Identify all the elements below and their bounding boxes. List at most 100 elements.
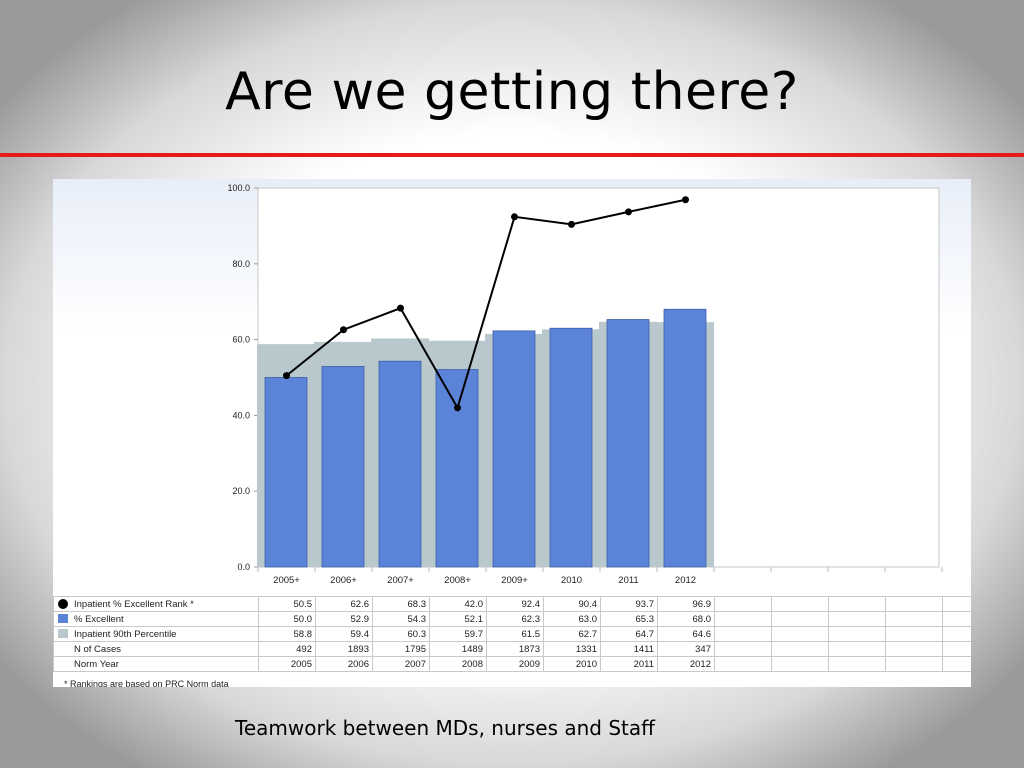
x-tick-label: 2008+ xyxy=(444,575,471,586)
table-cell: 52.1 xyxy=(429,611,487,627)
excellent-bar xyxy=(435,369,479,568)
table-cell: 61.5 xyxy=(486,626,544,642)
table-cell xyxy=(942,641,971,657)
excellent-bar xyxy=(321,366,365,568)
table-cell: 2008 xyxy=(429,656,487,672)
table-cell xyxy=(771,611,829,627)
table-cell: 64.6 xyxy=(657,626,715,642)
table-row: Inpatient 90th Percentile 58.8 59.4 60.3 59.… xyxy=(53,626,971,642)
rank-point xyxy=(397,304,404,312)
legend-marker xyxy=(58,598,68,609)
table-cell: 347 xyxy=(657,641,715,657)
table-cell xyxy=(942,596,971,612)
table-cell: 52.9 xyxy=(315,611,373,627)
y-tick-label: 40.0 xyxy=(232,410,250,420)
table-cell xyxy=(714,641,772,657)
legend-label: % Excellent xyxy=(74,613,124,625)
table-cell xyxy=(828,611,886,627)
x-tick-label: 2009+ xyxy=(501,575,528,586)
table-cell: 1331 xyxy=(543,641,601,657)
legend-marker xyxy=(58,659,68,668)
x-tick-label: 2006+ xyxy=(330,575,357,586)
chart-panel: 0.0 20.0 40.0 60.0 80.0 100.0 2005+ 2006+ 2007+ 2… xyxy=(53,179,971,687)
excellent-bar xyxy=(378,360,422,568)
table-row: Inpatient % Excellent Rank * 50.5 62.6 68.3… xyxy=(53,596,971,612)
table-cell xyxy=(771,656,829,672)
legend-label: N of Cases xyxy=(74,643,121,655)
table-cell xyxy=(771,641,829,657)
rank-point xyxy=(454,404,461,412)
table-cell: 93.7 xyxy=(600,596,658,612)
table-cell: 65.3 xyxy=(600,611,658,627)
table-cell: 58.8 xyxy=(258,626,316,642)
table-cell: 1411 xyxy=(600,641,658,657)
x-tick-label: 2012 xyxy=(675,575,696,586)
table-cell: 90.4 xyxy=(543,596,601,612)
excellent-bar xyxy=(549,327,593,568)
table-cell xyxy=(828,641,886,657)
table-cell xyxy=(714,626,772,642)
table-cell: 1873 xyxy=(486,641,544,657)
table-cell: 59.4 xyxy=(315,626,373,642)
y-tick-label: 0.0 xyxy=(237,562,250,572)
table-cell: 92.4 xyxy=(486,596,544,612)
table-cell xyxy=(828,626,886,642)
legend-marker xyxy=(58,614,68,624)
legend-label: Inpatient % Excellent Rank * xyxy=(74,598,194,610)
table-cell: 62.3 xyxy=(486,611,544,627)
table-row: N of Cases 492 1893 1795 1489 1873 1331 1411 347 xyxy=(53,641,971,657)
table-cell: 2010 xyxy=(543,656,601,672)
table-cell xyxy=(885,626,943,642)
table-cell xyxy=(942,611,971,627)
table-cell: 2006 xyxy=(315,656,373,672)
legend-label: Norm Year xyxy=(74,658,119,670)
table-cell: 50.0 xyxy=(258,611,316,627)
x-tick-label: 2010 xyxy=(561,575,582,586)
excellent-bar xyxy=(606,319,650,568)
excellent-bar xyxy=(264,377,308,568)
table-cell xyxy=(885,656,943,672)
row-label: Inpatient % Excellent Rank * xyxy=(53,596,259,612)
table-cell xyxy=(714,611,772,627)
rank-point xyxy=(625,208,632,216)
table-cell: 2009 xyxy=(486,656,544,672)
table-cell: 2005 xyxy=(258,656,316,672)
row-label: Inpatient 90th Percentile xyxy=(53,626,259,642)
x-tick-label: 2005+ xyxy=(273,575,300,586)
x-tick-label: 2011 xyxy=(618,575,638,586)
y-tick-label: 80.0 xyxy=(232,259,250,269)
table-cell: 42.0 xyxy=(429,596,487,612)
table-cell xyxy=(942,656,971,672)
legend-label: Inpatient 90th Percentile xyxy=(74,628,177,640)
table-cell: 1489 xyxy=(429,641,487,657)
table-cell: 492 xyxy=(258,641,316,657)
table-cell: 63.0 xyxy=(543,611,601,627)
title-rule xyxy=(0,153,1024,157)
rank-point xyxy=(511,213,518,221)
table-cell xyxy=(714,656,772,672)
table-cell: 68.0 xyxy=(657,611,715,627)
table-cell: 62.7 xyxy=(543,626,601,642)
table-cell: 1795 xyxy=(372,641,430,657)
y-tick-label: 100.0 xyxy=(227,183,250,193)
table-cell xyxy=(828,596,886,612)
x-tick-label: 2007+ xyxy=(387,575,414,586)
table-cell: 2007 xyxy=(372,656,430,672)
table-cell: 1893 xyxy=(315,641,373,657)
row-label: N of Cases xyxy=(53,641,259,657)
table-cell: 54.3 xyxy=(372,611,430,627)
row-label: Norm Year xyxy=(53,656,259,672)
table-cell: 2012 xyxy=(657,656,715,672)
table-row: Norm Year 2005 2006 2007 2008 2009 2010 2011 201… xyxy=(53,656,971,672)
table-cell: 2011 xyxy=(600,656,658,672)
rank-point xyxy=(340,326,347,334)
chart-footnote: * Rankings are based on PRC Norm data xyxy=(64,679,229,687)
slide-title: Are we getting there? xyxy=(225,62,799,122)
table-cell: 64.7 xyxy=(600,626,658,642)
row-label: % Excellent xyxy=(53,611,259,627)
table-cell: 62.6 xyxy=(315,596,373,612)
table-cell: 96.9 xyxy=(657,596,715,612)
rank-point xyxy=(682,196,689,204)
table-row: % Excellent 50.0 52.9 54.3 52.1 62.3 63.0 65.3 6… xyxy=(53,611,971,627)
table-cell xyxy=(942,626,971,642)
